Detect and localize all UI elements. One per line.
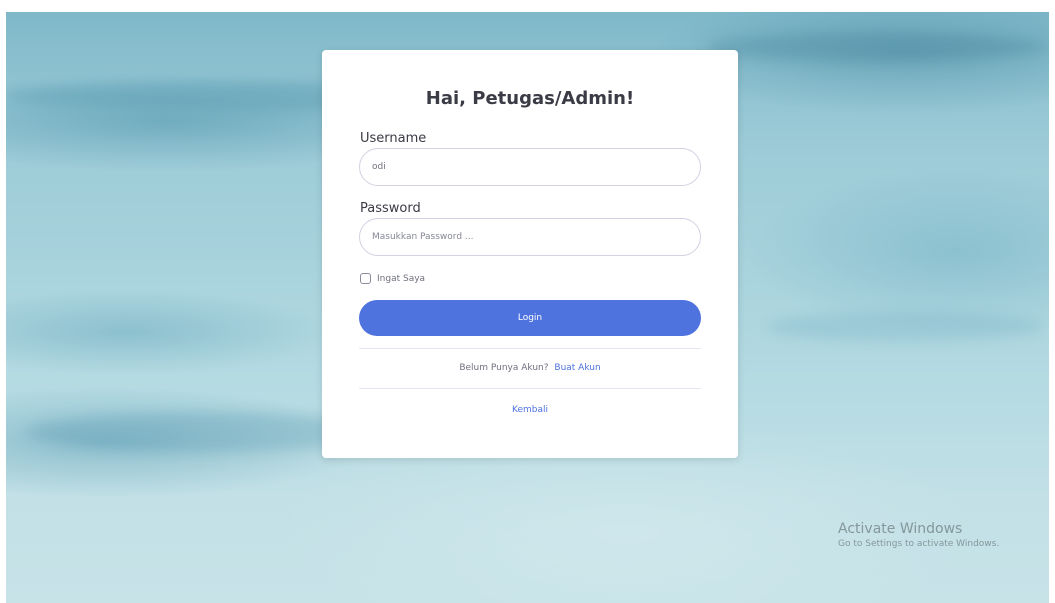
password-input[interactable] [359, 218, 701, 256]
activate-windows-watermark: Activate Windows Go to Settings to activ… [838, 520, 999, 550]
remember-me[interactable]: Ingat Saya [360, 273, 425, 284]
username-input[interactable] [359, 148, 701, 186]
page-title: Hai, Petugas/Admin! [425, 88, 635, 109]
create-account-link[interactable]: Buat Akun [554, 363, 600, 373]
background-streak [766, 312, 1046, 342]
watermark-title: Activate Windows [838, 521, 963, 537]
remember-checkbox[interactable] [360, 273, 371, 284]
divider [359, 388, 701, 389]
back-row: Kembali [322, 405, 738, 415]
watermark-subtitle: Go to Settings to activate Windows. [838, 539, 1000, 549]
password-label: Password [360, 201, 421, 216]
register-row: Belum Punya Akun? Buat Akun [322, 363, 738, 373]
register-prompt: Belum Punya Akun? [459, 363, 549, 373]
back-link[interactable]: Kembali [512, 405, 548, 415]
divider [359, 348, 701, 349]
remember-label: Ingat Saya [377, 273, 426, 284]
login-button[interactable]: Login [359, 300, 701, 336]
login-card: Hai, Petugas/Admin! Username Password In… [322, 50, 738, 458]
username-label: Username [360, 131, 427, 146]
background-streak [706, 32, 1046, 62]
